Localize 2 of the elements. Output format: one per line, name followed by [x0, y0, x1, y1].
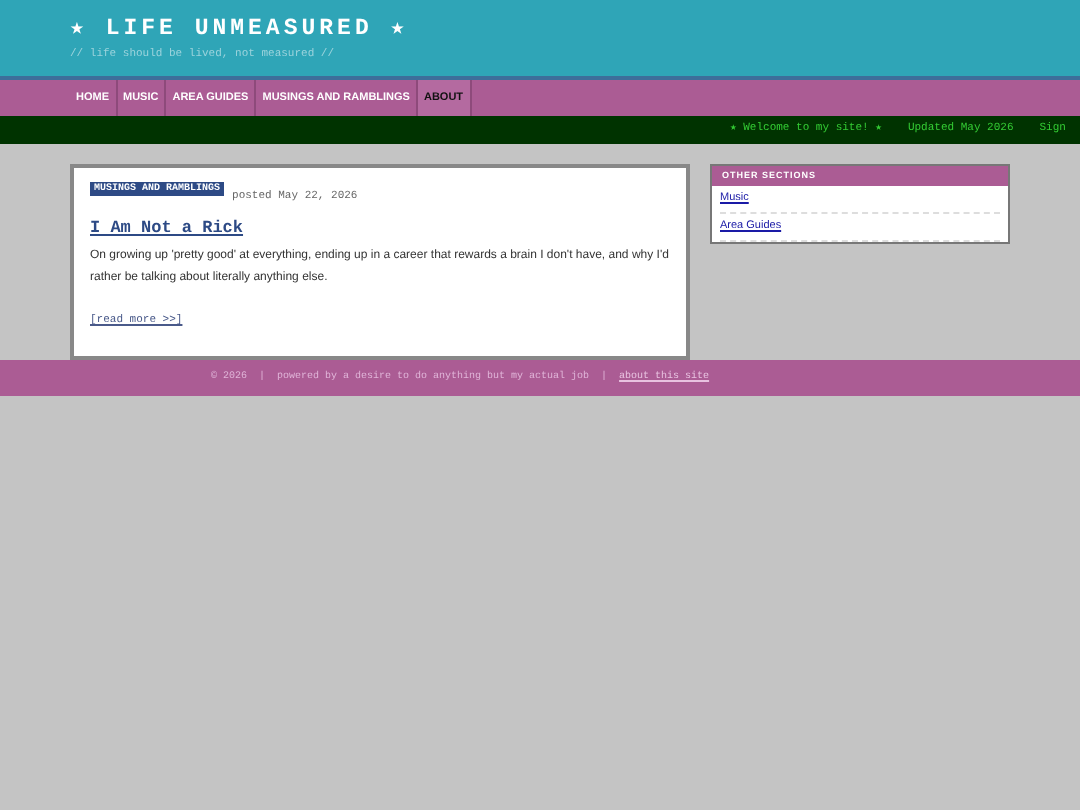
post-title-link[interactable]: I Am Not a Rick: [90, 218, 244, 239]
site-title: ★ LIFE UNMEASURED ★: [70, 14, 411, 46]
